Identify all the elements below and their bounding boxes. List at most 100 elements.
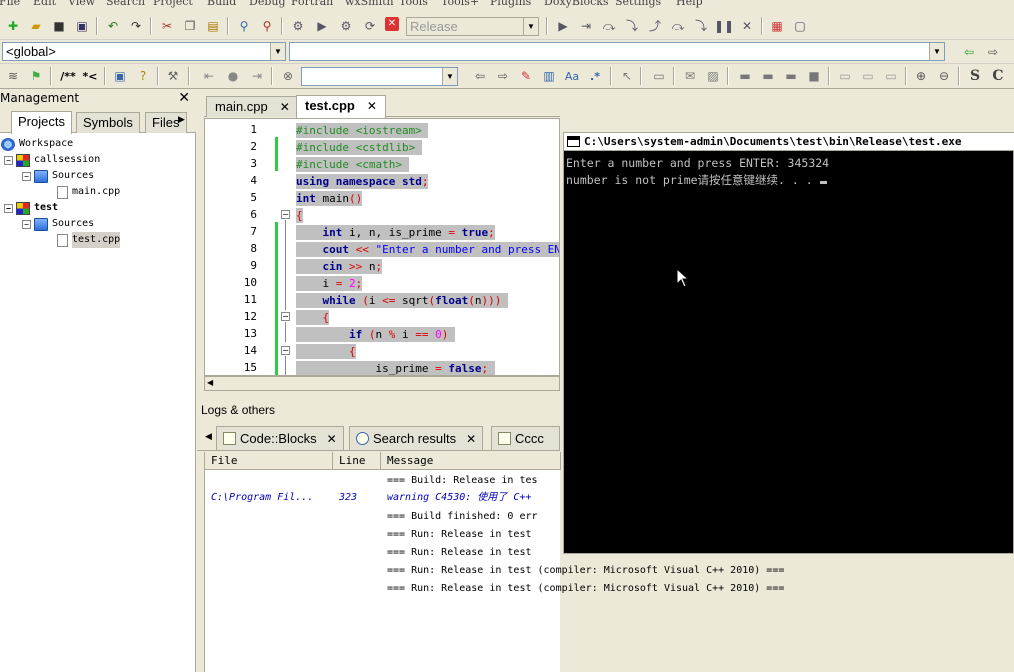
close-icon[interactable]: ✕	[327, 432, 337, 446]
menu-help[interactable]: Help	[676, 0, 703, 8]
doxywizard-icon[interactable]: ▣	[111, 67, 129, 85]
redo-icon[interactable]: ↷	[127, 17, 145, 35]
debug-info-icon[interactable]: ▢	[791, 17, 809, 35]
zoom-in-icon[interactable]: ⊕	[912, 67, 930, 85]
chevron-left-icon[interactable]: ◀	[207, 378, 213, 387]
paste-icon[interactable]: ▤	[204, 17, 222, 35]
tab-main-cpp[interactable]: main.cpp ✕	[206, 96, 299, 117]
next-instruction-icon[interactable]: ⤼	[669, 17, 687, 35]
c-icon[interactable]: C	[989, 67, 1007, 85]
tree-folder-sources[interactable]: − Sources	[22, 168, 94, 184]
button-widget-icon[interactable]: ▭	[650, 67, 668, 85]
tab-cccc[interactable]: Cccc	[491, 426, 560, 450]
toggle-bookmark-icon[interactable]: ●	[224, 67, 242, 85]
chevron-down-icon[interactable]: ▼	[929, 43, 944, 60]
new-file-icon[interactable]: ✚	[4, 17, 22, 35]
debug-windows-icon[interactable]: ▦	[768, 17, 786, 35]
message-widget-icon[interactable]: ✉	[681, 67, 699, 85]
tab-projects[interactable]: Projects	[11, 111, 72, 134]
symbol-select[interactable]: ▼	[289, 42, 945, 61]
close-icon[interactable]: ✕	[466, 432, 476, 446]
tab-search-results[interactable]: Search results ✕	[349, 426, 484, 450]
save-all-icon[interactable]: ▣	[73, 17, 91, 35]
panel2-widget-icon[interactable]: ▬	[759, 67, 777, 85]
editor-horizontal-scrollbar[interactable]: ◀	[204, 376, 560, 391]
copy-icon[interactable]: ❐	[181, 17, 199, 35]
run-icon[interactable]: ▶	[313, 17, 331, 35]
fold-icon[interactable]: −	[281, 312, 290, 321]
zoom-out-icon[interactable]: ⊖	[935, 67, 953, 85]
tree-folder-sources[interactable]: − Sources	[22, 216, 94, 232]
jump-forward-icon[interactable]: ⇨	[984, 43, 1002, 61]
menu-project[interactable]: Project	[153, 0, 193, 8]
menu-settings[interactable]: Settings	[615, 0, 661, 8]
stop-debugger-icon[interactable]: ✕	[738, 17, 756, 35]
collapse-icon[interactable]: −	[4, 203, 13, 213]
menu-plugins[interactable]: Plugins	[490, 0, 531, 8]
highlight-icon[interactable]: ✎	[517, 67, 535, 85]
replace-icon[interactable]: ⚲	[258, 17, 276, 35]
tab-symbols[interactable]: Symbols	[76, 112, 140, 133]
menu-search[interactable]: Search	[106, 0, 145, 8]
menu-file[interactable]: File	[0, 0, 20, 8]
menu-build[interactable]: Build	[207, 0, 236, 8]
panel4-widget-icon[interactable]: ■	[805, 67, 823, 85]
menu-view[interactable]: View	[68, 0, 95, 8]
next-bookmark-icon[interactable]: ⇥	[248, 67, 266, 85]
menu-fortran[interactable]: Fortran	[291, 0, 333, 8]
prev-bookmark-icon[interactable]: ⇤	[200, 67, 218, 85]
match-case-icon[interactable]: Aa	[563, 67, 581, 85]
close-icon[interactable]: ✕	[367, 99, 377, 113]
step-into-icon[interactable]: ⤵	[623, 17, 641, 35]
clear-search-icon[interactable]: ⊗	[279, 67, 297, 85]
tree-project-test[interactable]: − test	[4, 200, 58, 216]
search-next-icon[interactable]: ⇨	[494, 67, 512, 85]
menu-edit[interactable]: Edit	[33, 0, 56, 8]
cut-icon[interactable]: ✂	[158, 17, 176, 35]
incremental-search-input[interactable]: ▼	[301, 67, 458, 86]
menu-doxyblocks[interactable]: DoxyBlocks	[544, 0, 609, 8]
abort-icon[interactable]: ✕	[385, 17, 399, 31]
menu-debug[interactable]: Debug	[249, 0, 286, 8]
build-icon[interactable]: ⚙	[289, 17, 307, 35]
s-icon[interactable]: S	[966, 67, 984, 85]
widget-b-icon[interactable]: ▭	[859, 67, 877, 85]
tab-test-cpp[interactable]: test.cpp ✕	[296, 95, 386, 118]
help-icon[interactable]: ?	[134, 67, 152, 85]
widget-c-icon[interactable]: ▭	[882, 67, 900, 85]
flag-icon[interactable]: ⚑	[27, 67, 45, 85]
column-line[interactable]: Line	[333, 452, 381, 470]
step-out-icon[interactable]: ⤴	[646, 17, 664, 35]
selected-text-icon[interactable]: ▥	[540, 67, 558, 85]
build-run-icon[interactable]: ⚙	[337, 17, 355, 35]
scope-select[interactable]: <global> ▼	[2, 42, 286, 61]
fold-icon[interactable]: −	[281, 210, 290, 219]
fold-icon[interactable]: −	[281, 346, 290, 355]
tab-codeblocks-log[interactable]: Code::Blocks ✕	[216, 426, 344, 450]
regex-icon[interactable]: .*	[586, 67, 604, 85]
search-prev-icon[interactable]: ⇦	[471, 67, 489, 85]
open-folder-icon[interactable]: ▰	[27, 17, 45, 35]
next-line-icon[interactable]: ⤼	[600, 17, 618, 35]
menu-tools[interactable]: Tools	[399, 0, 428, 8]
save-icon[interactable]: ■	[50, 17, 68, 35]
chevron-right-icon[interactable]: ▶	[178, 115, 185, 125]
chevron-left-icon[interactable]: ◀	[205, 432, 212, 442]
code-editor[interactable]: 1 2 3 4 5 6 7 8 9 10 11 12 13 14 15 − − …	[204, 118, 560, 376]
find-icon[interactable]: ⚲	[235, 17, 253, 35]
widget-a-icon[interactable]: ▭	[836, 67, 854, 85]
chevron-down-icon[interactable]: ▼	[442, 68, 457, 85]
build-target-select[interactable]: Release ▼	[406, 17, 539, 36]
edit-widget-icon[interactable]: ▨	[704, 67, 722, 85]
chevron-down-icon[interactable]: ▼	[523, 18, 538, 35]
collapse-icon[interactable]: −	[22, 219, 31, 229]
run-to-cursor-icon[interactable]: ⇥	[577, 17, 595, 35]
rebuild-icon[interactable]: ⟳	[361, 17, 379, 35]
doc-inline-button[interactable]: *<	[80, 67, 100, 85]
jump-back-icon[interactable]: ⇦	[960, 43, 978, 61]
menu-wxsmith[interactable]: wxSmith	[345, 0, 394, 8]
tree-workspace[interactable]: Workspace	[1, 136, 73, 152]
menu-tools-plus[interactable]: Tools+	[441, 0, 479, 8]
chevron-down-icon[interactable]: ▼	[270, 43, 285, 60]
tree-project-callsession[interactable]: − callsession	[4, 152, 100, 168]
